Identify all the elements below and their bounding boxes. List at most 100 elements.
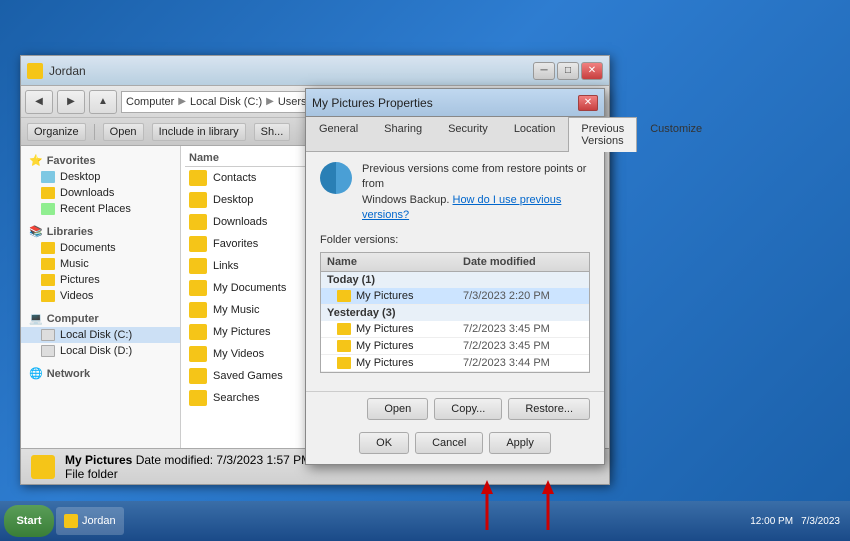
minimize-button[interactable]: ─ — [533, 62, 555, 80]
close-button[interactable]: ✕ — [581, 62, 603, 80]
file-name: Links — [213, 260, 239, 272]
status-modified-label: Date modified: — [136, 453, 213, 467]
version-group-yesterday: Yesterday (3) — [321, 305, 589, 321]
apply-button[interactable]: Apply — [489, 432, 551, 454]
table-row[interactable]: My Pictures 7/2/2023 3:45 PM — [321, 321, 589, 338]
file-name: My Music — [213, 304, 259, 316]
file-name: Desktop — [213, 194, 253, 206]
include-in-library-button[interactable]: Include in library — [152, 123, 246, 141]
folder-icon — [189, 170, 207, 186]
pv-description-line2: Windows Backup. — [362, 194, 449, 206]
prev-versions-header: Previous versions come from restore poin… — [320, 162, 590, 224]
dialog-close-button[interactable]: ✕ — [578, 95, 598, 111]
copy-version-button[interactable]: Copy... — [434, 398, 502, 420]
crumb-computer[interactable]: Computer — [126, 96, 174, 108]
computer-section: 💻 Computer Local Disk (C:) Local Disk (D… — [21, 310, 180, 359]
folder-icon — [189, 346, 207, 362]
system-tray: 12:00 PM 7/3/2023 — [744, 516, 846, 527]
tab-general[interactable]: General — [306, 117, 371, 151]
taskbar-item-label: Jordan — [82, 515, 116, 527]
folder-icon — [189, 214, 207, 230]
libraries-header: 📚 Libraries — [21, 223, 180, 240]
favorites-section: ⭐ Favorites Desktop Downloads Recent Pla… — [21, 152, 180, 217]
version-name: My Pictures — [356, 323, 463, 335]
folder-icon — [189, 390, 207, 406]
open-version-button[interactable]: Open — [367, 398, 428, 420]
file-name: Contacts — [213, 172, 256, 184]
tab-location[interactable]: Location — [501, 117, 569, 151]
pictures-icon — [41, 274, 55, 286]
dialog-tabs: General Sharing Security Location Previo… — [306, 117, 604, 152]
file-name: My Videos — [213, 348, 264, 360]
cancel-button[interactable]: Cancel — [415, 432, 483, 454]
crumb-users[interactable]: Users — [278, 96, 307, 108]
toolbar-separator — [94, 124, 95, 140]
versions-table: Name Date modified Today (1) My Pictures… — [320, 252, 590, 373]
maximize-button[interactable]: □ — [557, 62, 579, 80]
open-button[interactable]: Open — [103, 123, 144, 141]
folder-icon — [189, 258, 207, 274]
dialog-content: Previous versions come from restore poin… — [306, 152, 604, 391]
versions-name-header: Name — [327, 256, 463, 268]
ok-button[interactable]: OK — [359, 432, 409, 454]
name-column-header[interactable]: Name — [189, 152, 219, 164]
file-name: My Documents — [213, 282, 286, 294]
folder-versions-label: Folder versions: — [320, 234, 590, 246]
table-row[interactable]: My Pictures 7/3/2023 2:20 PM — [321, 288, 589, 305]
folder-icon — [189, 302, 207, 318]
sidebar-docs-label: Documents — [60, 242, 116, 254]
dialog-titlebar: My Pictures Properties ✕ — [306, 89, 604, 117]
explorer-title: Jordan — [49, 64, 533, 78]
organize-button[interactable]: Organize — [27, 123, 86, 141]
tab-customize[interactable]: Customize — [637, 117, 715, 151]
system-clock: 12:00 PM — [750, 516, 793, 527]
file-name: My Pictures — [213, 326, 270, 338]
sidebar-item-videos[interactable]: Videos — [21, 288, 180, 304]
taskbar-explorer-icon — [64, 514, 78, 528]
folder-icon — [189, 324, 207, 340]
tab-previous-versions[interactable]: Previous Versions — [568, 117, 637, 152]
sidebar-music-label: Music — [60, 258, 89, 270]
sidebar-item-documents[interactable]: Documents — [21, 240, 180, 256]
sidebar-vids-label: Videos — [60, 290, 93, 302]
restore-version-button[interactable]: Restore... — [508, 398, 590, 420]
folder-version-icon — [337, 340, 351, 352]
file-name: Favorites — [213, 238, 258, 250]
share-button[interactable]: Sh... — [254, 123, 291, 141]
back-button[interactable]: ◀ — [25, 90, 53, 114]
sidebar-item-downloads[interactable]: Downloads — [21, 185, 180, 201]
version-date: 7/2/2023 3:45 PM — [463, 323, 583, 335]
status-info: My Pictures Date modified: 7/3/2023 1:57… — [65, 453, 311, 481]
sidebar-item-music[interactable]: Music — [21, 256, 180, 272]
explorer-sidebar: ⭐ Favorites Desktop Downloads Recent Pla… — [21, 146, 181, 448]
sidebar-disk-d-label: Local Disk (D:) — [60, 345, 132, 357]
versions-table-header: Name Date modified — [321, 253, 589, 272]
crumb-localdisk-c[interactable]: Local Disk (C:) — [190, 96, 262, 108]
downloads-icon — [41, 187, 55, 199]
forward-button[interactable]: ▶ — [57, 90, 85, 114]
tab-security[interactable]: Security — [435, 117, 501, 151]
sidebar-item-desktop[interactable]: Desktop — [21, 169, 180, 185]
tab-sharing[interactable]: Sharing — [371, 117, 435, 151]
sidebar-item-recent-places[interactable]: Recent Places — [21, 201, 180, 217]
properties-dialog: My Pictures Properties ✕ General Sharing… — [305, 88, 605, 465]
up-button[interactable]: ▲ — [89, 90, 117, 114]
sidebar-disk-c-label: Local Disk (C:) — [60, 329, 132, 341]
table-row[interactable]: My Pictures 7/2/2023 3:44 PM — [321, 355, 589, 372]
sidebar-recent-label: Recent Places — [60, 203, 131, 215]
dialog-title: My Pictures Properties — [312, 96, 578, 110]
sidebar-item-local-disk-d[interactable]: Local Disk (D:) — [21, 343, 180, 359]
explorer-title-icon — [27, 63, 43, 79]
previous-versions-icon — [320, 162, 352, 194]
table-row[interactable]: My Pictures 7/2/2023 3:45 PM — [321, 338, 589, 355]
version-date: 7/2/2023 3:45 PM — [463, 340, 583, 352]
sidebar-item-pictures[interactable]: Pictures — [21, 272, 180, 288]
status-modified-date: 7/3/2023 1:57 PM — [216, 453, 311, 467]
sidebar-item-local-disk-c[interactable]: Local Disk (C:) — [21, 327, 180, 343]
start-button[interactable]: Start — [4, 505, 54, 537]
version-name: My Pictures — [356, 290, 463, 302]
taskbar-item-explorer[interactable]: Jordan — [56, 507, 124, 535]
version-name: My Pictures — [356, 340, 463, 352]
folder-icon — [189, 192, 207, 208]
folder-version-icon — [337, 290, 351, 302]
